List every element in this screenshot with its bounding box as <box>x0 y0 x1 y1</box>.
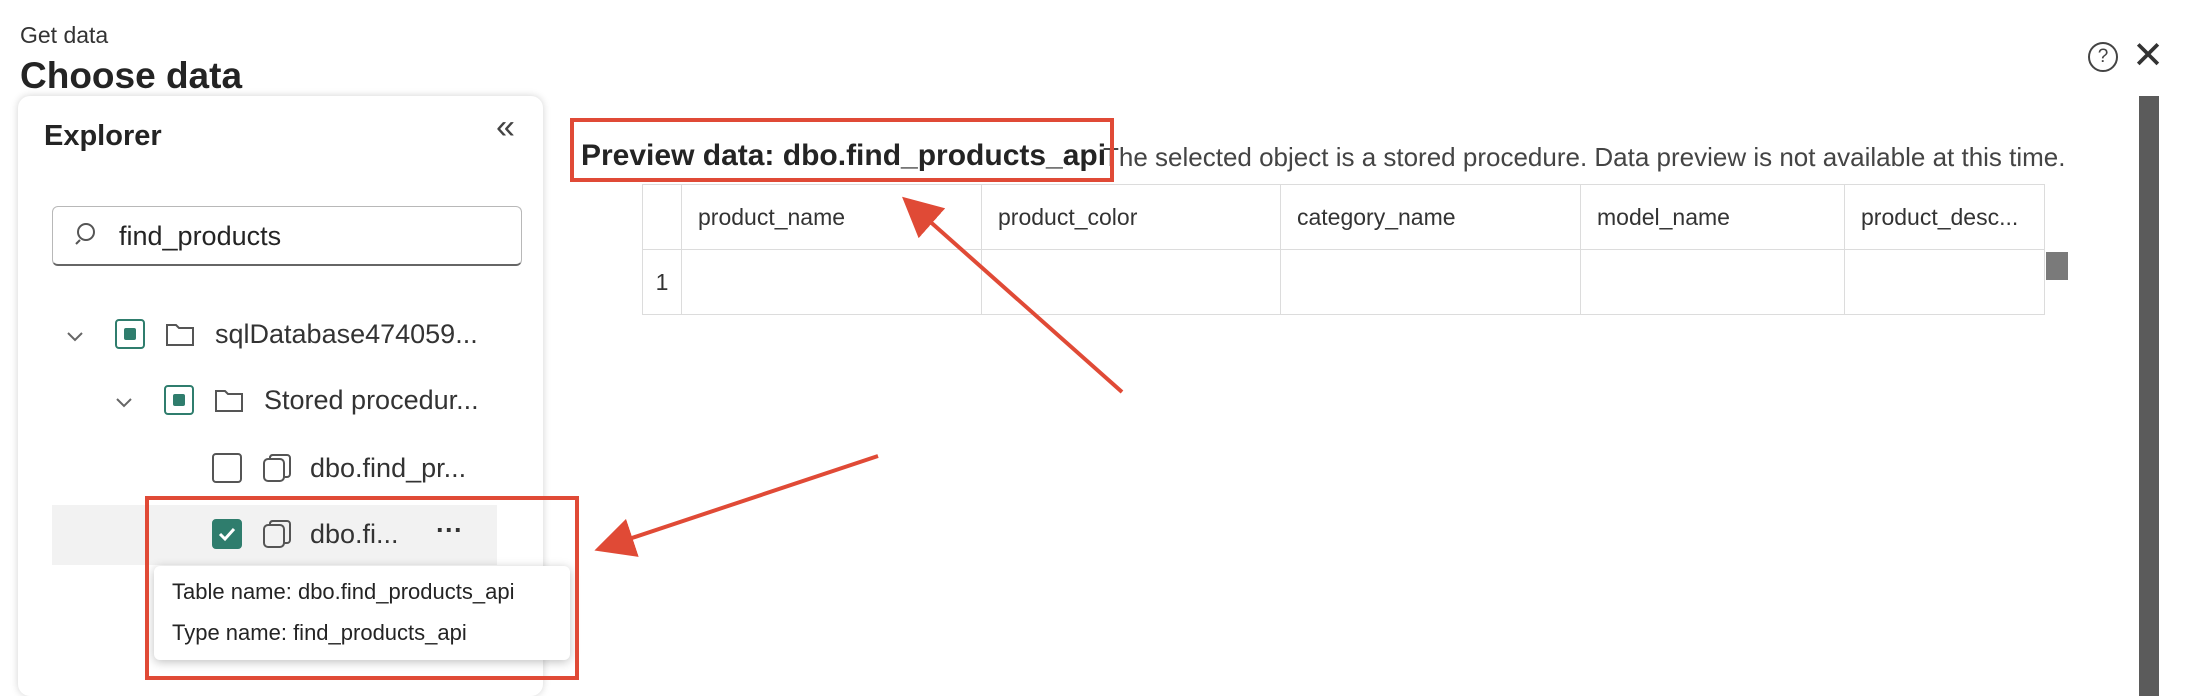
arrow-to-item <box>594 454 879 557</box>
arrow-to-title <box>902 196 1124 394</box>
annotation-arrows <box>594 196 1124 557</box>
